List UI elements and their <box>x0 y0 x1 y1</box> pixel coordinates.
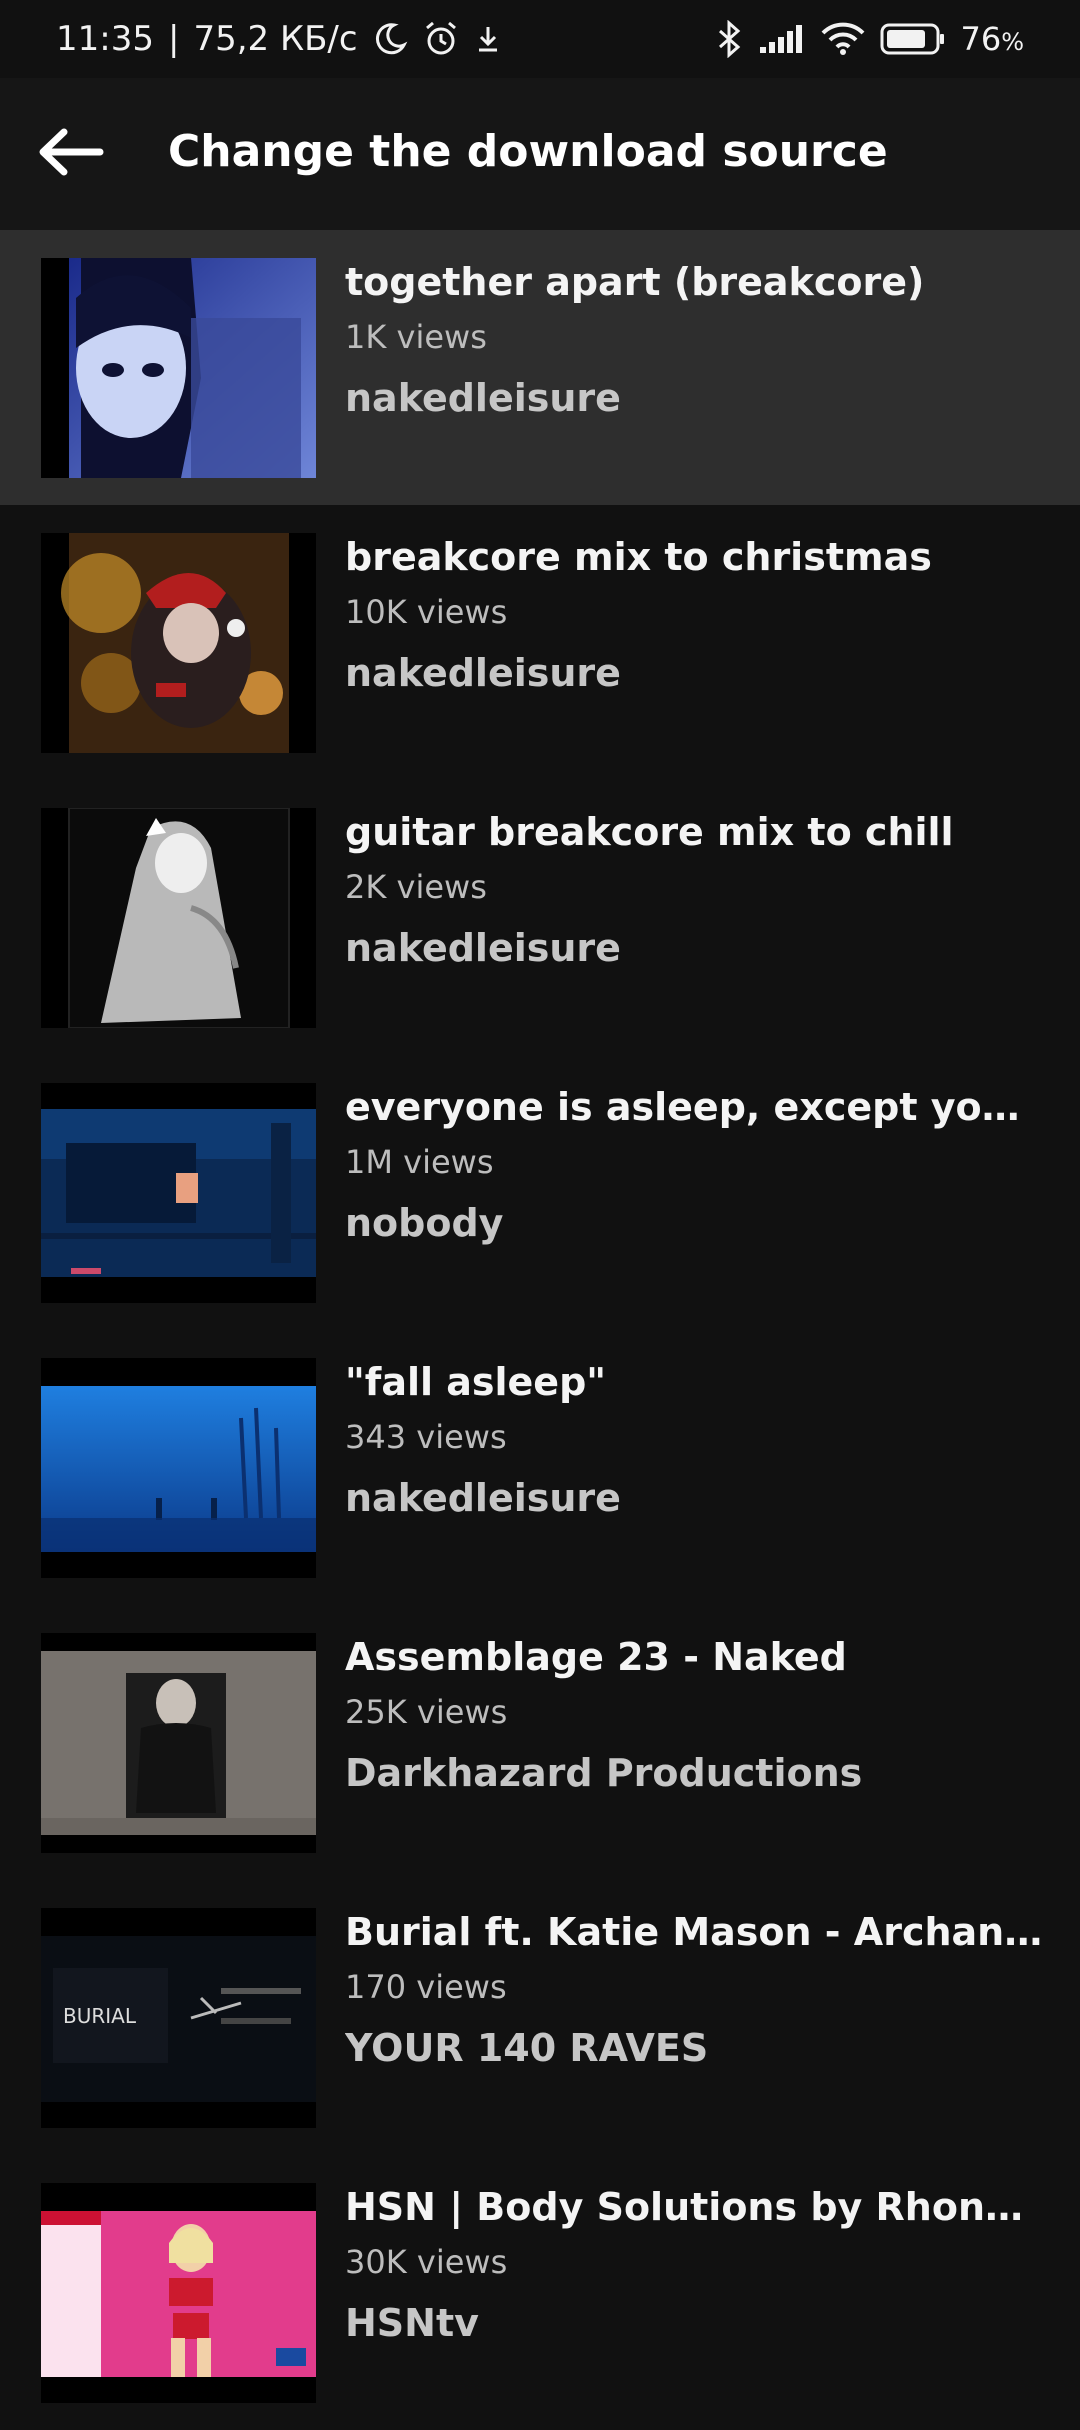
list-item[interactable]: HSN | Body Solutions by Rhonda S... 30K … <box>0 2155 1080 2430</box>
video-thumbnail <box>41 533 316 753</box>
list-item[interactable]: "fall asleep" 343 views nakedleisure <box>0 1330 1080 1605</box>
wifi-icon <box>820 19 866 59</box>
status-separator: | <box>167 19 180 59</box>
moon-icon <box>372 19 408 59</box>
list-item[interactable]: Assemblage 23 - Naked 25K views Darkhaza… <box>0 1605 1080 1880</box>
video-title: everyone is asleep, except you (pl... <box>345 1085 1045 1129</box>
video-views: 343 views <box>345 1418 507 1456</box>
video-thumbnail <box>41 2183 316 2403</box>
battery-percent: 76% <box>960 20 1024 58</box>
channel-name: nakedleisure <box>345 926 621 970</box>
video-views: 170 views <box>345 1968 507 2006</box>
channel-name: Darkhazard Productions <box>345 1751 863 1795</box>
video-thumbnail <box>41 1358 316 1578</box>
channel-name: HSNtv <box>345 2301 479 2345</box>
video-views: 1K views <box>345 318 487 356</box>
battery-icon <box>880 19 946 59</box>
video-views: 30K views <box>345 2243 508 2281</box>
page-title: Change the download source <box>168 126 888 177</box>
channel-name: nakedleisure <box>345 651 621 695</box>
back-button[interactable] <box>34 124 106 184</box>
video-title: guitar breakcore mix to chill <box>345 810 954 854</box>
list-item[interactable]: breakcore mix to christmas 10K views nak… <box>0 505 1080 780</box>
list-item[interactable]: BURIAL Burial ft. Katie Mason - Archange… <box>0 1880 1080 2155</box>
video-thumbnail: BURIAL <box>41 1908 316 2128</box>
video-title: together apart (breakcore) <box>345 260 925 304</box>
video-views: 25K views <box>345 1693 508 1731</box>
list-item[interactable]: guitar breakcore mix to chill 2K views n… <box>0 780 1080 1055</box>
signal-icon <box>758 19 806 59</box>
thumbnail-logo-text: BURIAL <box>63 2004 137 2028</box>
video-title: Burial ft. Katie Mason - Archangel ... <box>345 1910 1045 1954</box>
alarm-icon <box>422 19 460 59</box>
channel-name: nakedleisure <box>345 1476 621 1520</box>
app-bar: Change the download source <box>0 78 1080 230</box>
source-results-list: together apart (breakcore) 1K views nake… <box>0 230 1080 2430</box>
video-title: Assemblage 23 - Naked <box>345 1635 847 1679</box>
video-views: 10K views <box>345 593 508 631</box>
video-views: 2K views <box>345 868 487 906</box>
video-title: "fall asleep" <box>345 1360 607 1404</box>
status-bar: 11:35 | 75,2 КБ/с 76% <box>0 0 1080 78</box>
video-thumbnail <box>41 1633 316 1853</box>
video-thumbnail <box>41 808 316 1028</box>
network-speed: 75,2 КБ/с <box>193 19 358 59</box>
channel-name: nakedleisure <box>345 376 621 420</box>
video-views: 1M views <box>345 1143 494 1181</box>
arrow-left-icon <box>36 127 104 181</box>
status-bar-left: 11:35 | 75,2 КБ/с <box>56 19 502 59</box>
list-item[interactable]: together apart (breakcore) 1K views nake… <box>0 230 1080 505</box>
channel-name: YOUR 140 RAVES <box>345 2026 709 2070</box>
video-title: HSN | Body Solutions by Rhonda S... <box>345 2185 1045 2229</box>
download-icon <box>474 19 502 59</box>
list-item[interactable]: everyone is asleep, except you (pl... 1M… <box>0 1055 1080 1330</box>
video-thumbnail <box>41 1083 316 1303</box>
bluetooth-icon <box>714 19 744 59</box>
clock: 11:35 <box>56 19 154 59</box>
video-thumbnail <box>41 258 316 478</box>
status-bar-right: 76% <box>714 19 1024 59</box>
video-title: breakcore mix to christmas <box>345 535 932 579</box>
channel-name: nobody <box>345 1201 504 1245</box>
